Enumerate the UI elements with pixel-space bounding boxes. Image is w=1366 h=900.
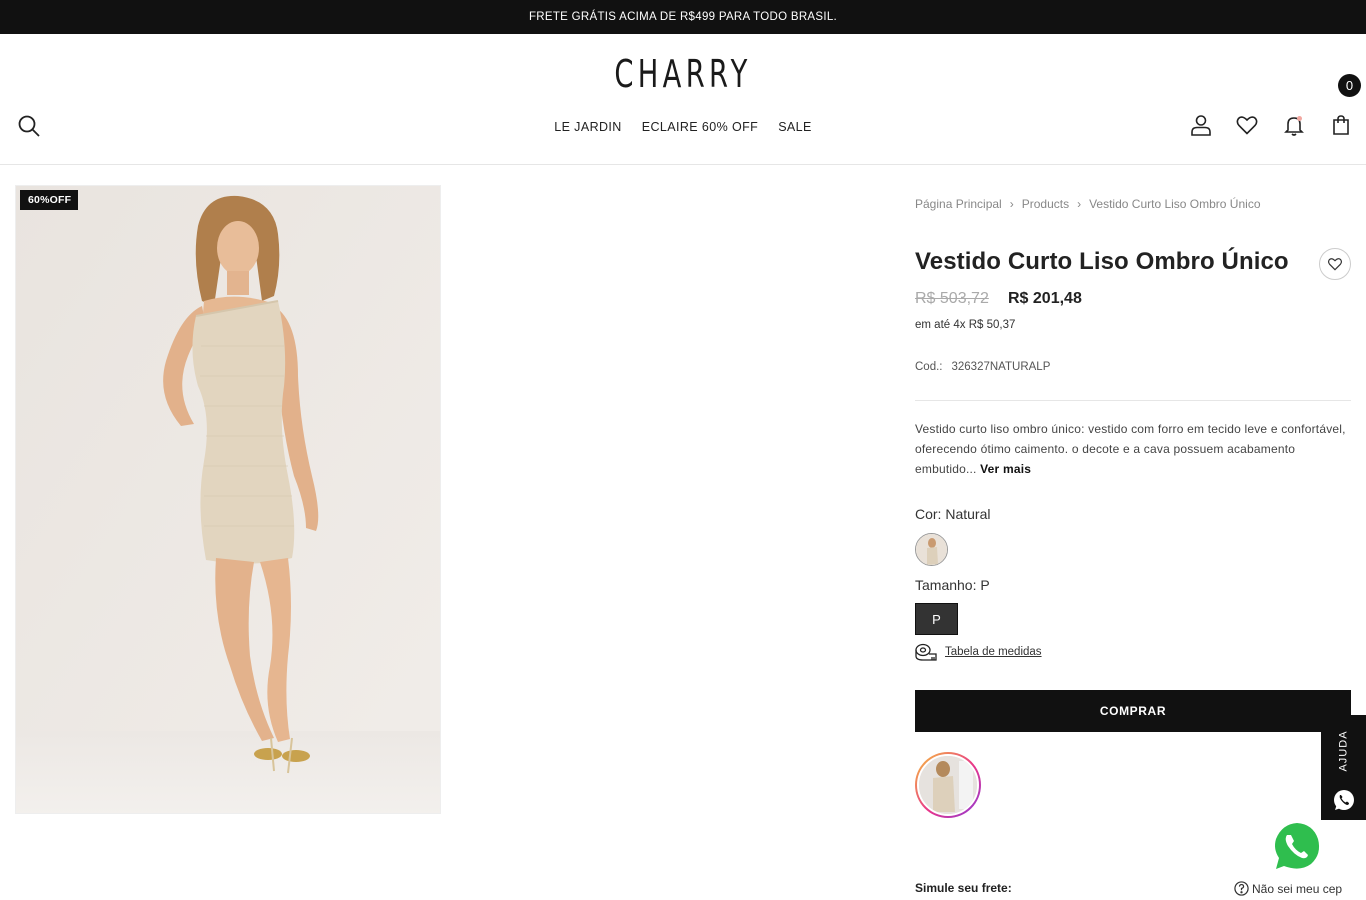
divider <box>915 400 1351 401</box>
help-tab-label[interactable]: AJUDA <box>1321 726 1366 776</box>
shipping-label: Simule seu frete: <box>915 881 1012 895</box>
bell-icon[interactable] <box>1282 113 1308 139</box>
breadcrumb-current: Vestido Curto Liso Ombro Único <box>1089 197 1261 211</box>
color-swatch-natural[interactable] <box>915 533 948 566</box>
favorite-button[interactable] <box>1319 248 1351 280</box>
measuring-tape-icon <box>915 643 937 661</box>
breadcrumb-home[interactable]: Página Principal <box>915 197 1002 211</box>
unknown-zip-label[interactable]: Não sei meu cep <box>1252 882 1342 896</box>
original-price: R$ 503,72 <box>915 290 989 307</box>
main-nav: LE JARDIN ECLAIRE 60% OFF SALE <box>0 120 1366 134</box>
notification-dot <box>1297 116 1302 121</box>
nav-sale[interactable]: SALE <box>778 120 812 134</box>
buy-button[interactable]: COMPRAR <box>915 690 1351 732</box>
chevron-right-icon: › <box>1009 197 1014 211</box>
heart-icon <box>1327 258 1343 271</box>
nav-le-jardin[interactable]: LE JARDIN <box>554 120 622 134</box>
read-more-link[interactable]: Ver mais <box>980 462 1031 476</box>
nav-eclaire[interactable]: ECLAIRE 60% OFF <box>642 120 758 134</box>
product-title: Vestido Curto Liso Ombro Único <box>915 248 1289 275</box>
breadcrumb-products[interactable]: Products <box>1022 197 1069 211</box>
sale-price: R$ 201,48 <box>1008 290 1082 307</box>
announcement-text: FRETE GRÁTIS ACIMA DE R$499 PARA TODO BR… <box>528 11 838 23</box>
chevron-right-icon: › <box>1077 197 1082 211</box>
color-label: Cor: Natural <box>915 506 991 522</box>
brand-logo[interactable]: CHARRY <box>191 52 1175 96</box>
size-option-p[interactable]: P <box>915 603 958 635</box>
size-chart-label[interactable]: Tabela de medidas <box>945 646 1042 658</box>
installments-text: em até 4x R$ 50,37 <box>915 319 1016 331</box>
cart-count-badge[interactable]: 0 <box>1338 74 1361 97</box>
sku-label: Cod.: <box>915 361 943 373</box>
site-header: CHARRY LE JARDIN ECLAIRE 60% OFF SALE <box>0 34 1366 165</box>
breadcrumb: Página Principal › Products › Vestido Cu… <box>915 197 1261 211</box>
product-description: Vestido curto liso ombro único: vestido … <box>915 419 1351 479</box>
size-label: Tamanho: P <box>915 577 990 593</box>
announcement-bar: FRETE GRÁTIS ACIMA DE R$499 PARA TODO BR… <box>0 0 1366 34</box>
user-icon[interactable] <box>1189 113 1215 139</box>
video-story-thumbnail[interactable] <box>915 752 981 818</box>
whatsapp-float-button[interactable] <box>1270 820 1322 872</box>
bag-icon[interactable] <box>1329 113 1355 139</box>
question-icon <box>1234 881 1249 896</box>
size-chart-link[interactable]: Tabela de medidas <box>915 643 1042 661</box>
product-sku: Cod.: 326327NATURALP <box>915 361 1050 373</box>
sku-value: 326327NATURALP <box>951 361 1051 373</box>
unknown-zip-link[interactable]: Não sei meu cep <box>1234 881 1342 896</box>
heart-icon[interactable] <box>1235 113 1261 139</box>
discount-badge: 60%OFF <box>20 190 79 210</box>
product-image[interactable] <box>15 185 441 814</box>
whatsapp-icon[interactable] <box>1332 788 1356 812</box>
